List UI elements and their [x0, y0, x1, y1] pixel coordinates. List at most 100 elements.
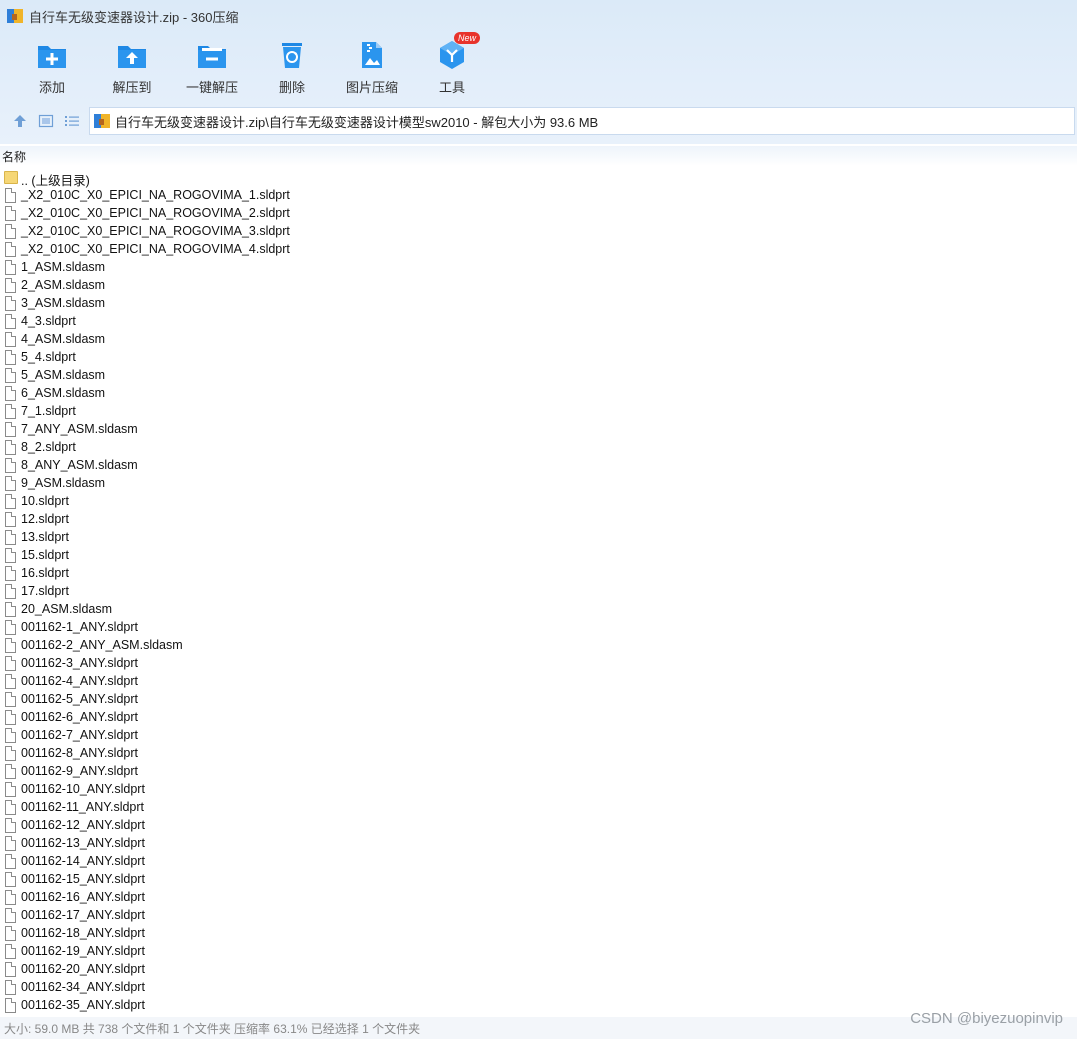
file-row[interactable]: 001162-1_ANY.sldprt — [0, 619, 1077, 637]
parent-directory-row[interactable]: .. (上级目录) — [0, 169, 1077, 188]
file-icon — [5, 566, 16, 581]
status-bar: 大小: 59.0 MB 共 738 个文件和 1 个文件夹 压缩率 63.1% … — [0, 1010, 1077, 1039]
file-icon — [5, 422, 16, 437]
tools-button[interactable]: New 工具 — [412, 32, 492, 100]
file-row[interactable]: 5_4.sldprt — [0, 349, 1077, 367]
extract-to-icon — [118, 46, 146, 68]
thumbnail-view-icon[interactable] — [38, 113, 54, 129]
file-row[interactable]: 15.sldprt — [0, 547, 1077, 565]
file-row[interactable]: 001162-2_ANY_ASM.sldasm — [0, 637, 1077, 655]
file-name: 001162-7_ANY.sldprt — [21, 728, 138, 742]
file-row[interactable]: 001162-9_ANY.sldprt — [0, 763, 1077, 781]
extract-to-label: 解压到 — [112, 80, 152, 95]
file-icon — [5, 782, 16, 797]
file-row[interactable]: _X2_010C_X0_EPICI_NA_ROGOVIMA_4.sldprt — [0, 241, 1077, 259]
file-icon — [5, 656, 16, 671]
file-row[interactable]: 001162-14_ANY.sldprt — [0, 853, 1077, 871]
file-name: _X2_010C_X0_EPICI_NA_ROGOVIMA_2.sldprt — [21, 206, 290, 220]
file-name: 15.sldprt — [21, 548, 69, 562]
file-row[interactable]: 1_ASM.sldasm — [0, 259, 1077, 277]
file-row[interactable]: 9_ASM.sldasm — [0, 475, 1077, 493]
file-name: 5_4.sldprt — [21, 350, 76, 364]
one-click-extract-icon — [198, 46, 226, 68]
file-row[interactable]: 001162-8_ANY.sldprt — [0, 745, 1077, 763]
delete-button[interactable]: 删除 — [252, 36, 332, 100]
file-row[interactable]: 6_ASM.sldasm — [0, 385, 1077, 403]
file-name: _X2_010C_X0_EPICI_NA_ROGOVIMA_3.sldprt — [21, 224, 290, 238]
file-row[interactable]: 001162-17_ANY.sldprt — [0, 907, 1077, 925]
file-row[interactable]: 001162-20_ANY.sldprt — [0, 961, 1077, 979]
file-row[interactable]: 12.sldprt — [0, 511, 1077, 529]
add-button[interactable]: 添加 — [12, 36, 92, 100]
file-row[interactable]: 001162-13_ANY.sldprt — [0, 835, 1077, 853]
file-name: 001162-17_ANY.sldprt — [21, 908, 145, 922]
file-icon — [5, 728, 16, 743]
file-icon — [5, 548, 16, 563]
title-bar[interactable]: 自行车无级变速器设计.zip - 360压缩 — [0, 0, 1077, 32]
file-name: 8_ANY_ASM.sldasm — [21, 458, 138, 472]
file-row[interactable]: 001162-19_ANY.sldprt — [0, 943, 1077, 961]
file-row[interactable]: 4_ASM.sldasm — [0, 331, 1077, 349]
file-row[interactable]: 001162-11_ANY.sldprt — [0, 799, 1077, 817]
file-icon — [5, 278, 16, 293]
file-name: 001162-15_ANY.sldprt — [21, 872, 145, 886]
file-row[interactable]: _X2_010C_X0_EPICI_NA_ROGOVIMA_1.sldprt — [0, 187, 1077, 205]
one-click-extract-label: 一键解压 — [185, 80, 238, 95]
file-row[interactable]: _X2_010C_X0_EPICI_NA_ROGOVIMA_3.sldprt — [0, 223, 1077, 241]
file-icon — [5, 260, 16, 275]
file-name: 001162-18_ANY.sldprt — [21, 926, 145, 940]
file-row[interactable]: 7_1.sldprt — [0, 403, 1077, 421]
file-row[interactable]: 001162-34_ANY.sldprt — [0, 979, 1077, 997]
file-icon — [5, 692, 16, 707]
address-bar[interactable]: 自行车无级变速器设计.zip\自行车无级变速器设计模型sw2010 - 解包大小… — [89, 107, 1075, 135]
file-row[interactable]: 8_2.sldprt — [0, 439, 1077, 457]
file-row[interactable]: 001162-16_ANY.sldprt — [0, 889, 1077, 907]
file-icon — [5, 674, 16, 689]
file-name: 9_ASM.sldasm — [21, 476, 106, 490]
file-row[interactable]: 13.sldprt — [0, 529, 1077, 547]
file-row[interactable]: 001162-4_ANY.sldprt — [0, 673, 1077, 691]
file-row[interactable]: 001162-7_ANY.sldprt — [0, 727, 1077, 745]
file-row[interactable]: 001162-15_ANY.sldprt — [0, 871, 1077, 889]
image-compress-button[interactable]: 图片压缩 — [332, 36, 412, 100]
image-compress-label: 图片压缩 — [345, 80, 398, 95]
file-name: 20_ASM.sldasm — [21, 602, 113, 616]
app-window: 自行车无级变速器设计.zip - 360压缩 添加 解压到 一键解压 删除 图片… — [0, 0, 1077, 1039]
file-name: 001162-9_ANY.sldprt — [21, 764, 138, 778]
extract-to-button[interactable]: 解压到 — [92, 36, 172, 100]
file-name: 7_ANY_ASM.sldasm — [21, 422, 138, 436]
add-label: 添加 — [38, 80, 65, 95]
header-area: 自行车无级变速器设计.zip - 360压缩 添加 解压到 一键解压 删除 图片… — [0, 0, 1077, 144]
file-name: 001162-4_ANY.sldprt — [21, 674, 138, 688]
file-row[interactable]: 16.sldprt — [0, 565, 1077, 583]
one-click-extract-button[interactable]: 一键解压 — [172, 36, 252, 100]
file-icon — [5, 188, 16, 203]
file-row[interactable]: 001162-10_ANY.sldprt — [0, 781, 1077, 799]
file-icon — [5, 746, 16, 761]
file-row[interactable]: 5_ASM.sldasm — [0, 367, 1077, 385]
file-icon — [5, 980, 16, 995]
file-row[interactable]: 7_ANY_ASM.sldasm — [0, 421, 1077, 439]
file-row[interactable]: 2_ASM.sldasm — [0, 277, 1077, 295]
file-name: _X2_010C_X0_EPICI_NA_ROGOVIMA_4.sldprt — [21, 242, 290, 256]
file-row[interactable]: 10.sldprt — [0, 493, 1077, 511]
list-view-icon[interactable] — [64, 113, 80, 129]
file-row[interactable]: 3_ASM.sldasm — [0, 295, 1077, 313]
up-arrow-icon[interactable] — [12, 113, 28, 129]
file-row[interactable]: 001162-3_ANY.sldprt — [0, 655, 1077, 673]
file-row[interactable]: 4_3.sldprt — [0, 313, 1077, 331]
file-name: 13.sldprt — [21, 530, 69, 544]
file-row[interactable]: 8_ANY_ASM.sldasm — [0, 457, 1077, 475]
file-row[interactable]: 001162-6_ANY.sldprt — [0, 709, 1077, 727]
file-row[interactable]: 20_ASM.sldasm — [0, 601, 1077, 619]
file-icon — [5, 818, 16, 833]
file-row[interactable]: 17.sldprt — [0, 583, 1077, 601]
file-name: 001162-35_ANY.sldprt — [21, 998, 145, 1012]
file-row[interactable]: _X2_010C_X0_EPICI_NA_ROGOVIMA_2.sldprt — [0, 205, 1077, 223]
column-header-name[interactable]: 名称 — [0, 146, 1077, 166]
file-name: 1_ASM.sldasm — [21, 260, 106, 274]
file-row[interactable]: 001162-5_ANY.sldprt — [0, 691, 1077, 709]
file-icon — [5, 242, 16, 257]
file-row[interactable]: 001162-18_ANY.sldprt — [0, 925, 1077, 943]
file-row[interactable]: 001162-12_ANY.sldprt — [0, 817, 1077, 835]
